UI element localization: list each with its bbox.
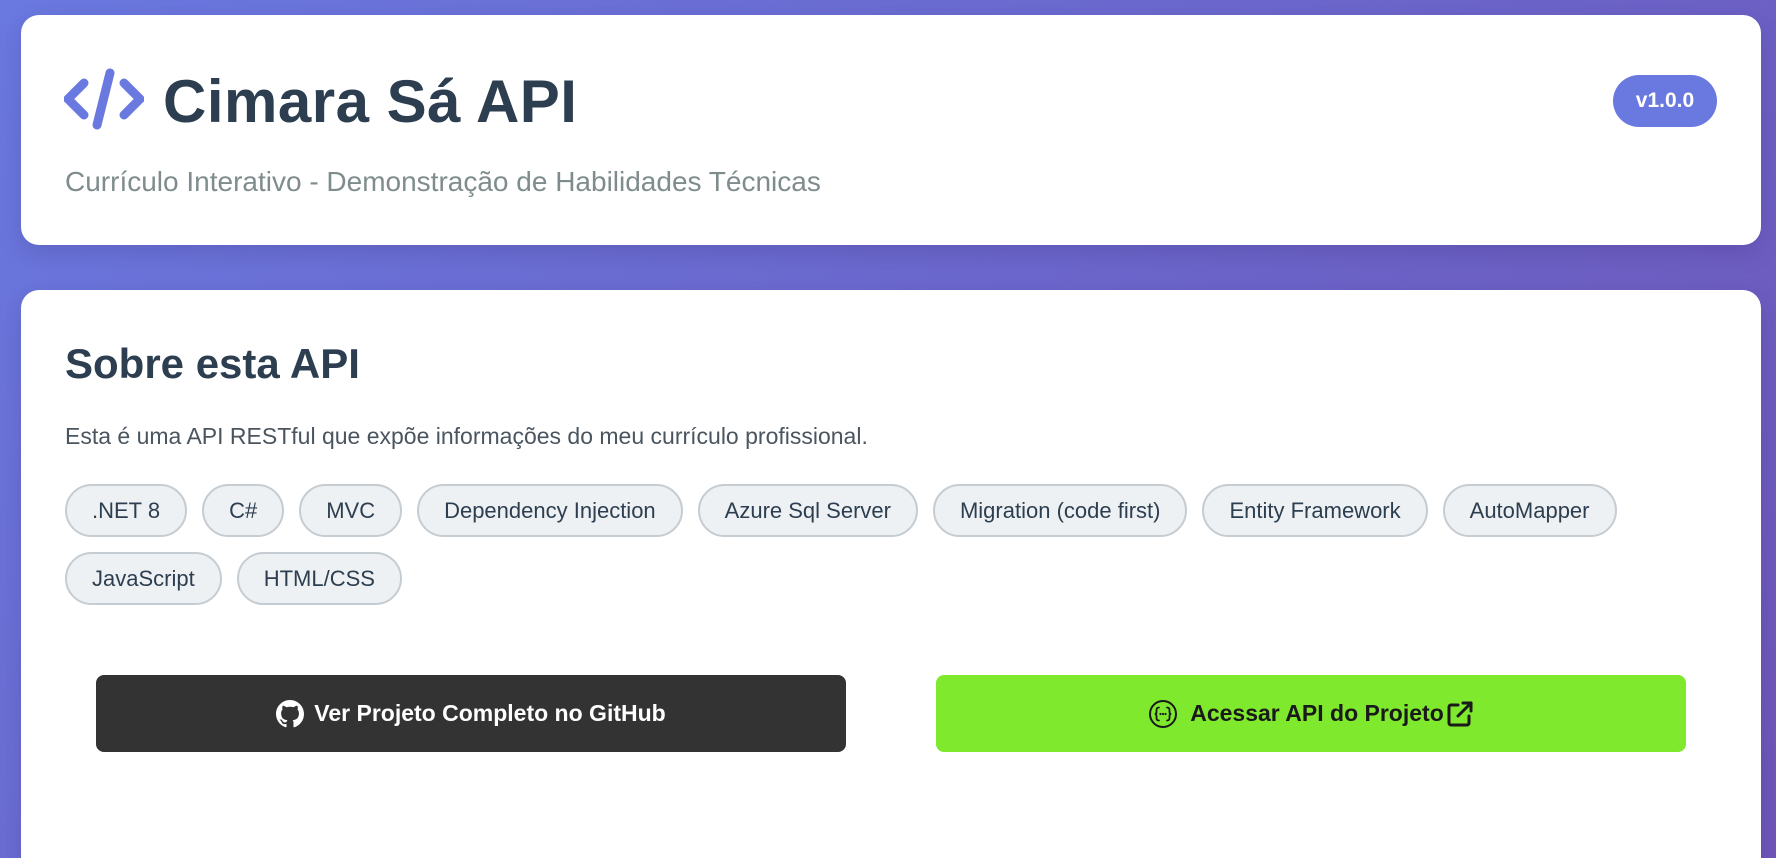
github-icon xyxy=(276,699,305,728)
tech-tag-list: .NET 8 C# MVC Dependency Injection Azure… xyxy=(65,484,1685,605)
api-button-label: Acessar API do Projeto xyxy=(1190,700,1444,726)
external-link-icon xyxy=(1446,700,1474,728)
access-api-button[interactable]: Acessar API do Projeto xyxy=(936,675,1686,752)
section-title: Sobre esta API xyxy=(65,340,360,387)
github-project-button[interactable]: Ver Projeto Completo no GitHub xyxy=(96,675,846,752)
tech-tag: JavaScript xyxy=(65,552,222,605)
tech-tag: Dependency Injection xyxy=(417,484,683,537)
tech-tag: Migration (code first) xyxy=(932,484,1188,537)
tech-tag: Entity Framework xyxy=(1202,484,1428,537)
page-subtitle: Currículo Interativo - Demonstração de H… xyxy=(65,166,821,197)
api-description: Esta é uma API RESTful que expõe informa… xyxy=(65,423,868,449)
github-button-label: Ver Projeto Completo no GitHub xyxy=(314,700,666,726)
tech-tag: MVC xyxy=(299,484,403,537)
tech-tag: Azure Sql Server xyxy=(697,484,918,537)
tech-tag: C# xyxy=(202,484,285,537)
api-braces-icon xyxy=(1148,699,1178,729)
page-title: Cimara Sá API xyxy=(163,68,578,135)
tech-tag: .NET 8 xyxy=(65,484,188,537)
tech-tag: HTML/CSS xyxy=(236,552,402,605)
tech-tag: AutoMapper xyxy=(1442,484,1617,537)
version-badge: v1.0.0 xyxy=(1613,75,1717,127)
code-icon xyxy=(63,68,145,130)
